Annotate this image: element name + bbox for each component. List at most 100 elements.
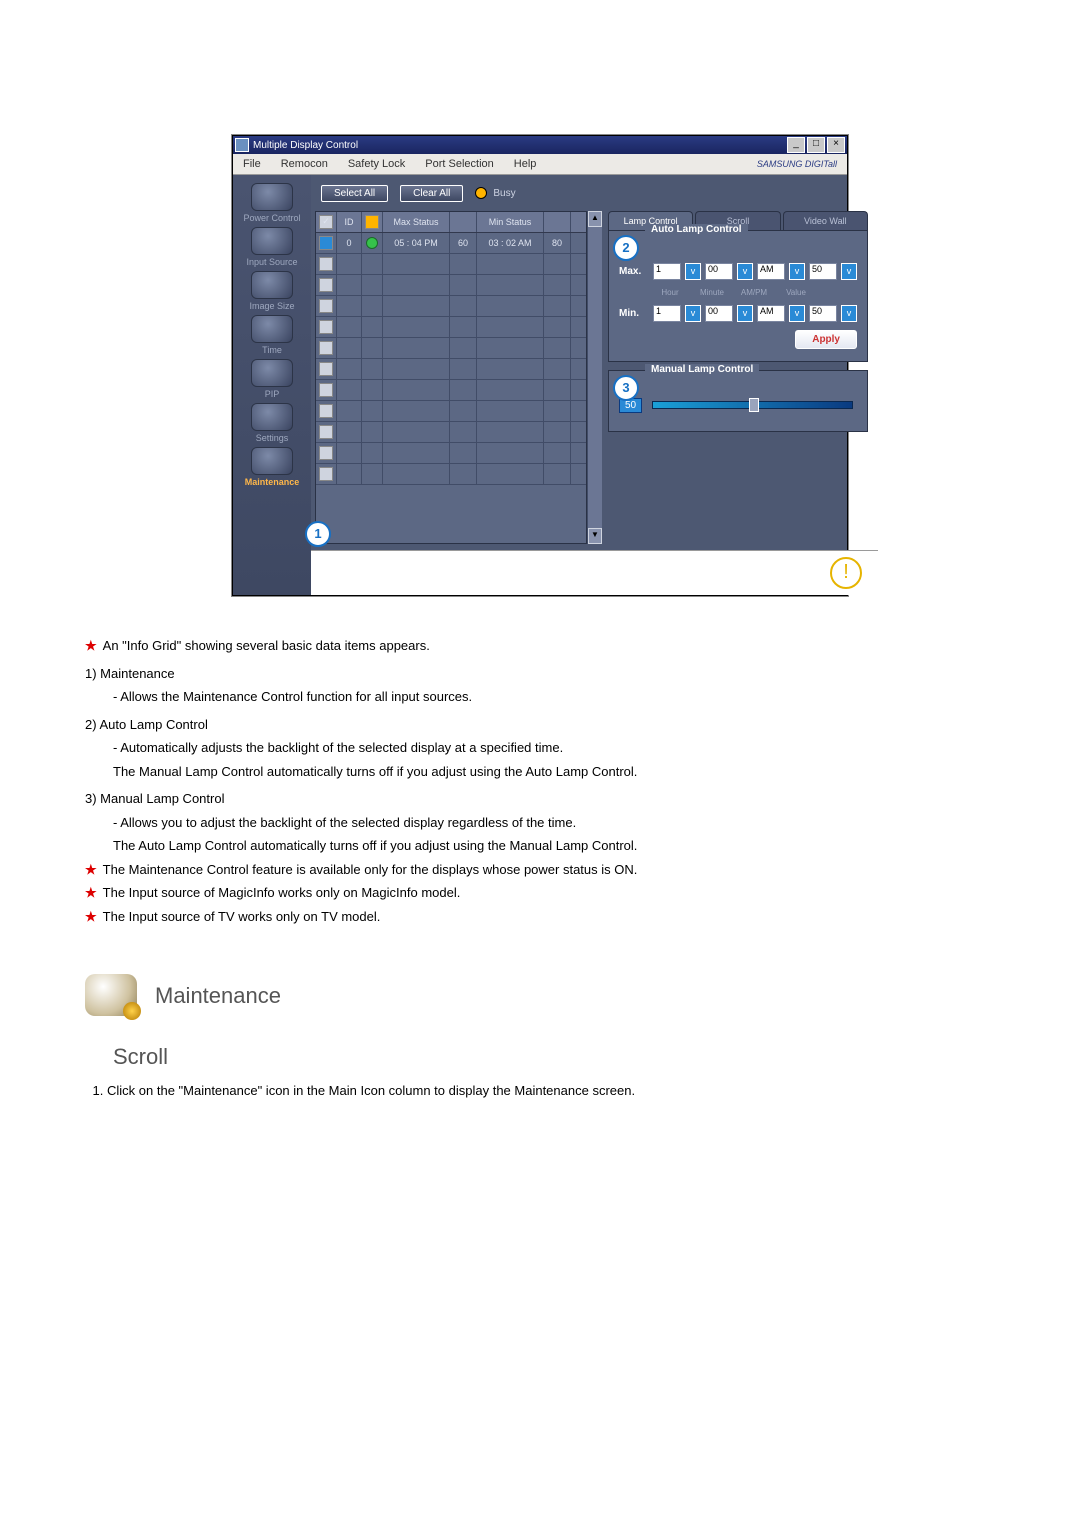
row-check-icon[interactable] bbox=[319, 404, 333, 418]
lamp-slider[interactable] bbox=[652, 401, 853, 409]
max-minute-input[interactable]: 00 bbox=[705, 263, 733, 280]
dropdown-icon[interactable]: v bbox=[789, 263, 805, 280]
toolbar: Select All Clear All Busy bbox=[311, 175, 878, 211]
min-minute-input[interactable]: 00 bbox=[705, 305, 733, 322]
scroll-up-icon[interactable]: ▲ bbox=[588, 211, 602, 227]
callout-3: 3 bbox=[613, 375, 639, 401]
max-label: Max. bbox=[619, 266, 649, 277]
maximize-button[interactable]: □ bbox=[807, 137, 825, 153]
min-hour-input[interactable]: 1 bbox=[653, 305, 681, 322]
doc-line: 2) Auto Lamp Control bbox=[85, 715, 995, 735]
row-check-icon[interactable] bbox=[319, 467, 333, 481]
table-row[interactable] bbox=[316, 380, 586, 401]
section-icon bbox=[85, 974, 137, 1016]
nav-input-source[interactable]: Input Source bbox=[233, 227, 311, 267]
callout-2: 2 bbox=[613, 235, 639, 261]
dropdown-icon[interactable]: v bbox=[841, 305, 857, 322]
dropdown-icon[interactable]: v bbox=[841, 263, 857, 280]
doc-line: The Input source of MagicInfo works only… bbox=[103, 885, 461, 900]
status-bar: ! bbox=[311, 550, 878, 595]
menu-portselection[interactable]: Port Selection bbox=[415, 158, 503, 170]
minimize-button[interactable]: _ bbox=[787, 137, 805, 153]
col-check[interactable]: ✓ bbox=[316, 212, 337, 232]
cell-id: 0 bbox=[337, 233, 362, 253]
table-row[interactable]: 0 05 : 04 PM 60 03 : 02 AM 80 bbox=[316, 233, 586, 254]
min-value-input[interactable]: 50 bbox=[809, 305, 837, 322]
min-label: Min. bbox=[619, 308, 649, 319]
row-check-icon[interactable] bbox=[319, 446, 333, 460]
busy-icon bbox=[475, 187, 487, 199]
grid-scrollbar[interactable]: ▲ ▼ bbox=[587, 211, 602, 544]
nav-image-size[interactable]: Image Size bbox=[233, 271, 311, 311]
max-ampm-input[interactable]: AM bbox=[757, 263, 785, 280]
window-title: Multiple Display Control bbox=[253, 140, 358, 151]
table-row[interactable] bbox=[316, 317, 586, 338]
nav-settings[interactable]: Settings bbox=[233, 403, 311, 443]
pip-icon bbox=[251, 359, 293, 387]
row-check-icon[interactable] bbox=[319, 299, 333, 313]
table-row[interactable] bbox=[316, 464, 586, 485]
max-value-input[interactable]: 50 bbox=[809, 263, 837, 280]
table-row[interactable] bbox=[316, 275, 586, 296]
status-header-icon bbox=[365, 215, 379, 229]
menu-file[interactable]: File bbox=[233, 158, 271, 170]
doc-line: The Auto Lamp Control automatically turn… bbox=[113, 836, 995, 856]
menu-help[interactable]: Help bbox=[504, 158, 547, 170]
cell-min-status: 03 : 02 AM bbox=[477, 233, 544, 253]
warning-icon: ! bbox=[830, 557, 862, 589]
dropdown-icon[interactable]: v bbox=[737, 263, 753, 280]
table-row[interactable] bbox=[316, 401, 586, 422]
check-all-icon[interactable]: ✓ bbox=[319, 215, 333, 229]
menu-safetylock[interactable]: Safety Lock bbox=[338, 158, 415, 170]
row-check-icon[interactable] bbox=[319, 257, 333, 271]
min-ampm-input[interactable]: AM bbox=[757, 305, 785, 322]
col-id: ID bbox=[337, 212, 362, 232]
table-row[interactable] bbox=[316, 296, 586, 317]
close-button[interactable]: × bbox=[827, 137, 845, 153]
slider-thumb[interactable] bbox=[749, 398, 759, 412]
row-check-icon[interactable] bbox=[319, 362, 333, 376]
star-icon: ★ bbox=[85, 909, 97, 924]
app-icon bbox=[235, 138, 249, 152]
menubar: File Remocon Safety Lock Port Selection … bbox=[233, 154, 847, 175]
info-grid: ✓ ID Max Status Min Status 0 bbox=[315, 211, 587, 544]
dropdown-icon[interactable]: v bbox=[789, 305, 805, 322]
doc-line: - Allows you to adjust the backlight of … bbox=[113, 813, 995, 833]
table-row[interactable] bbox=[316, 254, 586, 275]
cell-min-val: 80 bbox=[544, 233, 571, 253]
clear-all-button[interactable]: Clear All bbox=[400, 185, 463, 202]
busy-indicator: Busy bbox=[475, 187, 515, 199]
table-row[interactable] bbox=[316, 422, 586, 443]
row-check-icon[interactable] bbox=[319, 425, 333, 439]
table-row[interactable] bbox=[316, 359, 586, 380]
table-row[interactable] bbox=[316, 443, 586, 464]
table-row[interactable] bbox=[316, 338, 586, 359]
row-check-icon[interactable] bbox=[319, 341, 333, 355]
star-icon: ★ bbox=[85, 862, 97, 877]
tab-video-wall[interactable]: Video Wall bbox=[783, 211, 868, 230]
nav-pip[interactable]: PIP bbox=[233, 359, 311, 399]
apply-button[interactable]: Apply bbox=[795, 330, 857, 349]
col-status-icon bbox=[362, 212, 383, 232]
row-check-icon[interactable] bbox=[319, 383, 333, 397]
dropdown-icon[interactable]: v bbox=[685, 263, 701, 280]
sidebar: Power Control Input Source Image Size Ti… bbox=[233, 175, 311, 595]
menu-remocon[interactable]: Remocon bbox=[271, 158, 338, 170]
max-hour-input[interactable]: 1 bbox=[653, 263, 681, 280]
row-check-icon[interactable] bbox=[319, 236, 333, 250]
doc-line: 1) Maintenance bbox=[85, 664, 995, 684]
row-check-icon[interactable] bbox=[319, 320, 333, 334]
nav-power-control[interactable]: Power Control bbox=[233, 183, 311, 223]
scroll-down-icon[interactable]: ▼ bbox=[588, 528, 602, 544]
nav-time[interactable]: Time bbox=[233, 315, 311, 355]
dropdown-icon[interactable]: v bbox=[737, 305, 753, 322]
dropdown-icon[interactable]: v bbox=[685, 305, 701, 322]
nav-maintenance[interactable]: Maintenance bbox=[233, 447, 311, 487]
sub-ampm: AM/PM bbox=[737, 288, 771, 297]
doc-line: The Input source of TV works only on TV … bbox=[103, 909, 381, 924]
select-all-button[interactable]: Select All bbox=[321, 185, 388, 202]
row-check-icon[interactable] bbox=[319, 278, 333, 292]
section-title: Maintenance bbox=[155, 979, 281, 1012]
doc-line: The Maintenance Control feature is avail… bbox=[103, 862, 638, 877]
doc-line: The Manual Lamp Control automatically tu… bbox=[113, 762, 995, 782]
